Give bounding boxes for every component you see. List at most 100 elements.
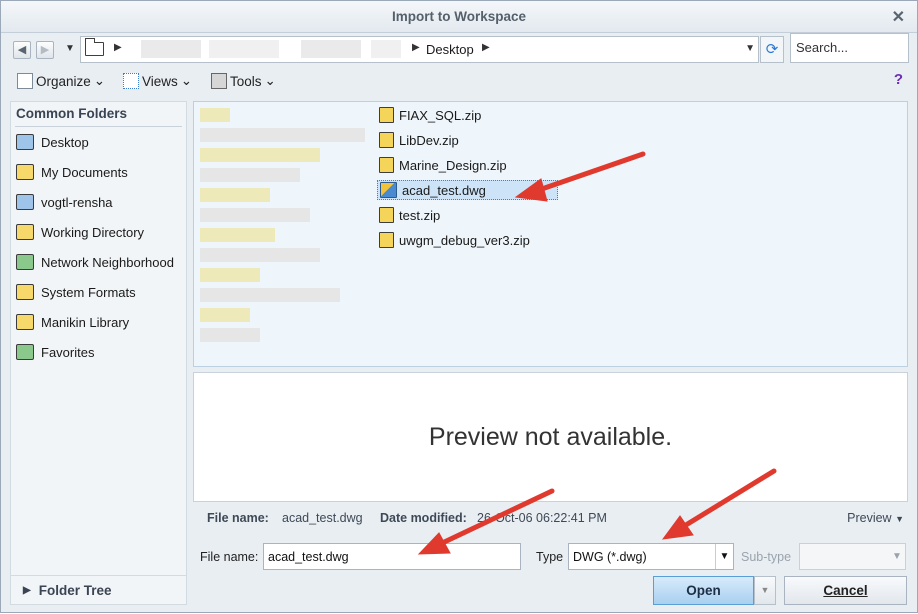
file-list-pane[interactable]: FIAX_SQL.zip LibDev.zip Marine_Design.zi…: [193, 101, 908, 367]
chevron-down-icon: ▼: [892, 551, 902, 562]
views-icon: [123, 73, 139, 89]
import-dialog: Import to Workspace ✕ ◀ ▶ ▼ ▶ ▶ Desktop …: [0, 0, 918, 613]
file-item-test[interactable]: test.zip: [379, 207, 440, 223]
sidebar-item-label: vogtl-rensha: [41, 194, 113, 210]
file-name-input[interactable]: acad_test.dwg: [263, 543, 521, 570]
folder-icon: [84, 38, 104, 56]
window-title: Import to Workspace: [391, 9, 527, 24]
redacted-row: [200, 308, 250, 322]
back-button[interactable]: ◀: [13, 41, 31, 59]
redacted-path-segment: [301, 40, 361, 58]
file-item-acad-test-selected[interactable]: acad_test.dwg: [377, 180, 558, 200]
redacted-row: [200, 328, 260, 342]
folder-tree-toggle[interactable]: ▶ Folder Tree: [23, 583, 111, 598]
redacted-row: [200, 228, 275, 242]
views-label: Views: [142, 73, 178, 89]
zip-file-icon: [379, 107, 394, 123]
sidebar-item-network-neighborhood[interactable]: Network Neighborhood: [16, 254, 174, 270]
forward-button[interactable]: ▶: [36, 41, 54, 59]
zip-file-icon: [379, 232, 394, 248]
tools-menu[interactable]: Tools ⌄: [211, 73, 276, 89]
sidebar-item-working-directory[interactable]: Working Directory: [16, 224, 144, 240]
address-bar: ◀ ▶ ▼ ▶ ▶ Desktop ▶ ▼ ⟳ Search...: [1, 33, 917, 67]
sidebar-item-system-formats[interactable]: System Formats: [16, 284, 136, 300]
manikin-library-icon: [16, 314, 34, 330]
favorites-icon: [16, 344, 34, 360]
file-form-row: File name: acad_test.dwg Type DWG (*.dwg…: [193, 541, 908, 571]
sidebar-item-desktop[interactable]: Desktop: [16, 134, 89, 150]
computer-icon: [16, 194, 34, 210]
sidebar-item-favorites[interactable]: Favorites: [16, 344, 94, 360]
type-select[interactable]: DWG (*.dwg) ▼: [568, 543, 734, 570]
cancel-button[interactable]: Cancel: [784, 576, 907, 605]
file-item-fiax-sql[interactable]: FIAX_SQL.zip: [379, 107, 481, 123]
tools-label: Tools: [230, 73, 262, 89]
preview-pane: Preview not available.: [193, 372, 908, 502]
divider: [15, 126, 182, 127]
type-label: Type: [536, 550, 564, 564]
path-dropdown-button[interactable]: ▼: [745, 43, 755, 54]
redacted-row: [200, 248, 320, 262]
organize-menu[interactable]: Organize ⌄: [17, 73, 105, 89]
file-item-marine-design[interactable]: Marine_Design.zip: [379, 157, 507, 173]
subtype-select[interactable]: ▼: [799, 543, 906, 570]
file-item-libdev[interactable]: LibDev.zip: [379, 132, 459, 148]
chevron-down-icon: ⌄: [264, 73, 276, 88]
open-options-dropdown[interactable]: ▼: [754, 576, 776, 605]
redacted-row: [200, 108, 230, 122]
open-button[interactable]: Open: [653, 576, 754, 605]
redacted-path-segment: [371, 40, 401, 58]
sidebar-item-label: Working Directory: [41, 224, 145, 240]
organize-icon: [17, 73, 33, 89]
sidebar-item-label: Desktop: [41, 134, 89, 150]
redacted-row: [200, 268, 260, 282]
chevron-down-icon: ⌄: [93, 73, 106, 88]
file-item-uwgm-debug[interactable]: uwgm_debug_ver3.zip: [379, 232, 530, 248]
zip-file-icon: [379, 132, 394, 148]
subtype-label: Sub-type: [741, 550, 792, 564]
sidebar-item-label: Network Neighborhood: [41, 254, 174, 270]
redacted-row: [200, 148, 320, 162]
sidebar-item-label: My Documents: [41, 164, 128, 180]
common-folders-header: Common Folders: [16, 106, 128, 121]
file-name: acad_test.dwg: [402, 182, 486, 198]
common-folders-pane: Common Folders Desktop My Documents vogt…: [10, 101, 187, 605]
zip-file-icon: [379, 157, 394, 173]
file-name: FIAX_SQL.zip: [399, 107, 482, 123]
close-icon[interactable]: ✕: [892, 7, 905, 27]
breadcrumb-arrow[interactable]: ▶: [114, 42, 122, 53]
breadcrumb-arrow[interactable]: ▶: [412, 42, 420, 53]
help-icon[interactable]: ?: [894, 71, 903, 88]
sidebar-item-label: Manikin Library: [41, 314, 130, 330]
system-formats-icon: [16, 284, 34, 300]
info-date-modified-value: 26-Oct-06 06:22:41 PM: [477, 511, 607, 525]
folder-tree-label: Folder Tree: [38, 583, 112, 598]
preview-toggle[interactable]: Preview ▼: [847, 511, 904, 525]
type-value: DWG (*.dwg): [573, 550, 647, 564]
sidebar-item-my-documents[interactable]: My Documents: [16, 164, 128, 180]
chevron-down-icon: ▼: [895, 514, 904, 524]
info-file-name-value: acad_test.dwg: [282, 511, 363, 525]
views-menu[interactable]: Views ⌄: [123, 73, 192, 89]
history-dropdown-button[interactable]: ▼: [65, 43, 75, 54]
file-info-bar: File name: acad_test.dwg Date modified: …: [193, 506, 908, 530]
search-input[interactable]: Search...: [790, 33, 909, 63]
desktop-icon: [16, 134, 34, 150]
sidebar-item-computer[interactable]: vogtl-rensha: [16, 194, 113, 210]
sidebar-item-label: System Formats: [41, 284, 136, 300]
redacted-row: [200, 188, 270, 202]
breadcrumb-arrow[interactable]: ▶: [482, 42, 490, 53]
preview-toggle-label: Preview: [847, 511, 892, 525]
tools-icon: [211, 73, 227, 89]
breadcrumb-desktop[interactable]: Desktop: [426, 42, 474, 57]
dwg-file-icon: [380, 182, 397, 198]
path-breadcrumb[interactable]: ▶ ▶ Desktop ▶ ▼: [80, 36, 759, 63]
chevron-down-icon: ⌄: [180, 73, 193, 88]
sidebar-item-manikin-library[interactable]: Manikin Library: [16, 314, 129, 330]
refresh-icon[interactable]: ⟳: [760, 36, 784, 63]
title-bar: Import to Workspace ✕: [1, 1, 917, 33]
sidebar-item-label: Favorites: [41, 344, 95, 360]
zip-file-icon: [379, 207, 394, 223]
file-name: test.zip: [399, 207, 441, 223]
documents-icon: [16, 164, 34, 180]
